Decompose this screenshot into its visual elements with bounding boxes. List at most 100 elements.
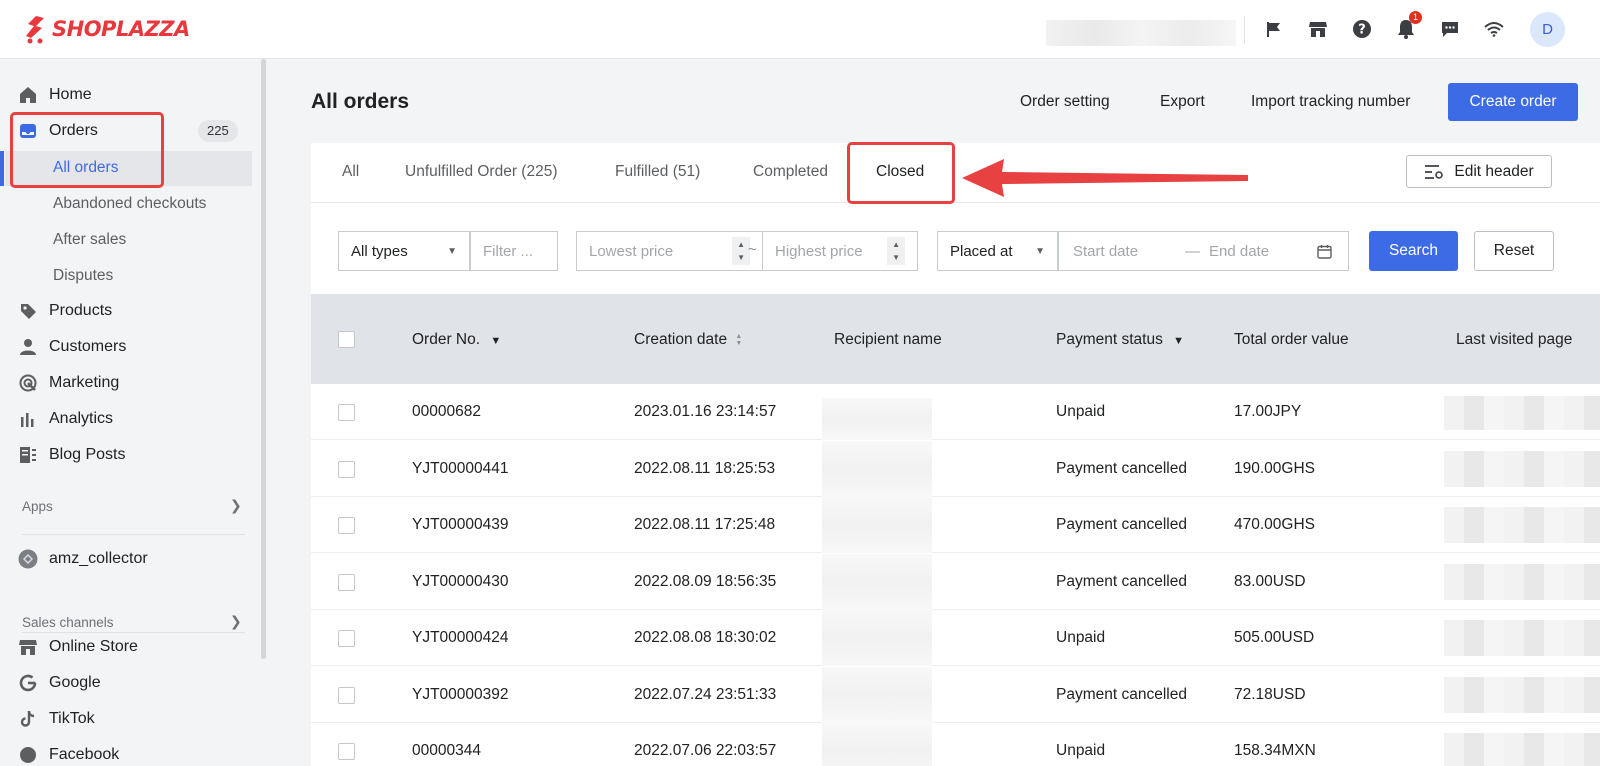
store-icon[interactable] [1306,17,1330,41]
cell-order-no[interactable]: 00000344 [412,742,481,760]
sidebar-channel-online-store[interactable]: Online Store [18,632,138,662]
shoplazza-logo[interactable]: SHOPLAZZA [22,14,190,44]
table-row[interactable]: YJT00000392 2022.07.24 23:51:33 Payment ca… [311,666,1600,723]
sidebar-item-products[interactable]: Products [18,296,112,326]
table-row[interactable]: YJT00000430 2022.08.09 18:56:35 Payment ca… [311,553,1600,610]
message-icon[interactable] [1438,17,1462,41]
table-row[interactable]: YJT00000439 2022.08.11 17:25:48 Payment ca… [311,497,1600,553]
reset-button[interactable]: Reset [1474,231,1554,271]
column-creation-date[interactable]: Creation date ▲ ▼ [634,331,742,349]
active-subitem-background [5,151,252,186]
cell-payment-status: Payment cancelled [1056,572,1187,590]
sidebar-divider [22,534,245,535]
cell-order-no[interactable]: 00000682 [412,403,481,421]
cell-total-order-value: 72.18USD [1234,685,1306,703]
lowest-price-input[interactable]: Lowest price ▲ ▼ [576,231,763,271]
facebook-icon [18,745,38,765]
recipient-name-redacted [822,723,932,766]
sort-down-icon[interactable]: ▼ [490,335,501,347]
table-row[interactable]: 00000344 2022.07.06 22:03:57 Unpaid 158.34M… [311,723,1600,766]
cell-order-no[interactable]: YJT00000392 [412,686,509,704]
sidebar-app-amz-collector[interactable]: amz_collector [18,544,148,574]
tab-closed[interactable]: Closed [876,163,924,181]
row-checkbox[interactable] [338,460,355,478]
cell-order-no[interactable]: YJT00000430 [412,573,509,591]
export-link[interactable]: Export [1160,93,1205,111]
row-checkbox[interactable] [338,517,355,534]
notification-badge: 1 [1409,11,1422,24]
sort-toggle-icon[interactable]: ▲ ▼ [735,333,742,347]
sales-channels-expand-chevron-icon[interactable]: ❯ [230,613,242,630]
column-payment-status[interactable]: Payment status ▼ [1056,331,1184,349]
last-visited-page-redacted [1444,563,1600,600]
row-checkbox[interactable] [338,630,355,647]
last-visited-page-redacted [1444,733,1600,766]
filter-down-icon[interactable]: ▼ [1173,335,1184,347]
orders-count-badge: 225 [198,120,238,142]
apps-expand-chevron-icon[interactable]: ❯ [230,497,242,514]
sidebar-subitem-abandoned-checkouts[interactable]: Abandoned checkouts [53,189,206,219]
sidebar-scrollbar[interactable] [261,59,266,659]
chevron-down-icon: ▼ [447,245,457,257]
select-all-checkbox[interactable] [338,331,355,348]
table-row[interactable]: YJT00000424 2022.08.08 18:30:02 Unpaid 505.… [311,610,1600,666]
create-order-button[interactable]: Create order [1448,83,1578,121]
date-type-select[interactable]: Placed at ▼ [937,231,1058,271]
column-order-no[interactable]: Order No. ▼ [412,331,501,349]
sidebar-channel-tiktok[interactable]: TikTok [18,704,95,734]
sidebar-item-marketing[interactable]: Marketing [18,368,119,398]
tab-unfulfilled[interactable]: Unfulfilled Order (225) [405,163,557,181]
cell-payment-status: Payment cancelled [1056,685,1187,703]
app-icon [18,549,38,569]
date-range-picker[interactable]: Start date — End date [1058,231,1349,271]
order-type-select[interactable]: All types ▼ [338,231,470,271]
sidebar-item-blog-posts[interactable]: Blog Posts [18,440,125,470]
order-setting-link[interactable]: Order setting [1020,93,1110,111]
sidebar-item-orders[interactable]: Orders [18,116,98,146]
search-button[interactable]: Search [1369,231,1458,271]
cell-creation-date: 2022.07.06 22:03:57 [634,742,777,759]
table-row[interactable]: 00000682 2023.01.16 23:14:57 Unpaid 17.00JP… [311,384,1600,440]
table-row[interactable]: YJT00000441 2022.08.11 18:25:53 Payment ca… [311,440,1600,497]
store-name-redacted[interactable] [1046,20,1236,46]
tab-all[interactable]: All [342,163,359,181]
wifi-icon[interactable] [1482,17,1506,41]
import-tracking-number-link[interactable]: Import tracking number [1251,93,1410,111]
sidebar-item-home[interactable]: Home [18,80,92,110]
sidebar-channel-facebook[interactable]: Facebook [18,740,119,766]
filter-input[interactable]: Filter ... [470,231,558,271]
table-header: Order No. ▼ Creation date ▲ ▼ Recipient n… [311,294,1600,384]
sidebar-channel-google[interactable]: Google [18,668,101,698]
sidebar-item-analytics[interactable]: Analytics [18,404,113,434]
cell-order-no[interactable]: YJT00000441 [412,460,509,478]
tab-fulfilled[interactable]: Fulfilled (51) [615,163,700,181]
flag-icon[interactable] [1262,17,1286,41]
cell-order-no[interactable]: YJT00000439 [412,516,509,534]
row-checkbox[interactable] [338,573,355,591]
sidebar-item-customers[interactable]: Customers [18,332,126,362]
cell-order-no[interactable]: YJT00000424 [412,629,509,647]
highest-price-input[interactable]: Highest price ▲ ▼ [762,231,918,271]
order-tabs: All Unfulfilled Order (225) Fulfilled (5… [311,143,1600,203]
target-icon [18,373,38,393]
row-checkbox[interactable] [338,404,355,421]
tab-completed[interactable]: Completed [753,163,828,181]
logo-mark-icon [26,16,44,44]
end-date-placeholder: End date [1209,242,1270,260]
filter-input-placeholder: Filter ... [483,242,534,260]
cell-creation-date: 2022.08.11 17:25:48 [634,516,776,533]
price-range-separator: ~ [748,241,757,258]
person-icon [18,337,38,357]
avatar[interactable]: D [1530,12,1565,47]
help-icon[interactable]: ? [1350,17,1374,41]
edit-header-button[interactable]: Edit header [1406,155,1552,188]
tag-icon [18,301,38,321]
row-checkbox[interactable] [338,743,355,760]
sidebar-subitem-after-sales[interactable]: After sales [53,225,126,255]
price-stepper-icon[interactable]: ▲ ▼ [887,237,905,265]
bell-icon[interactable]: 1 [1394,11,1422,41]
sidebar-subitem-all-orders[interactable]: All orders [53,153,118,183]
sidebar-subitem-disputes[interactable]: Disputes [53,261,113,291]
highest-price-placeholder: Highest price [775,242,863,260]
row-checkbox[interactable] [338,686,355,704]
